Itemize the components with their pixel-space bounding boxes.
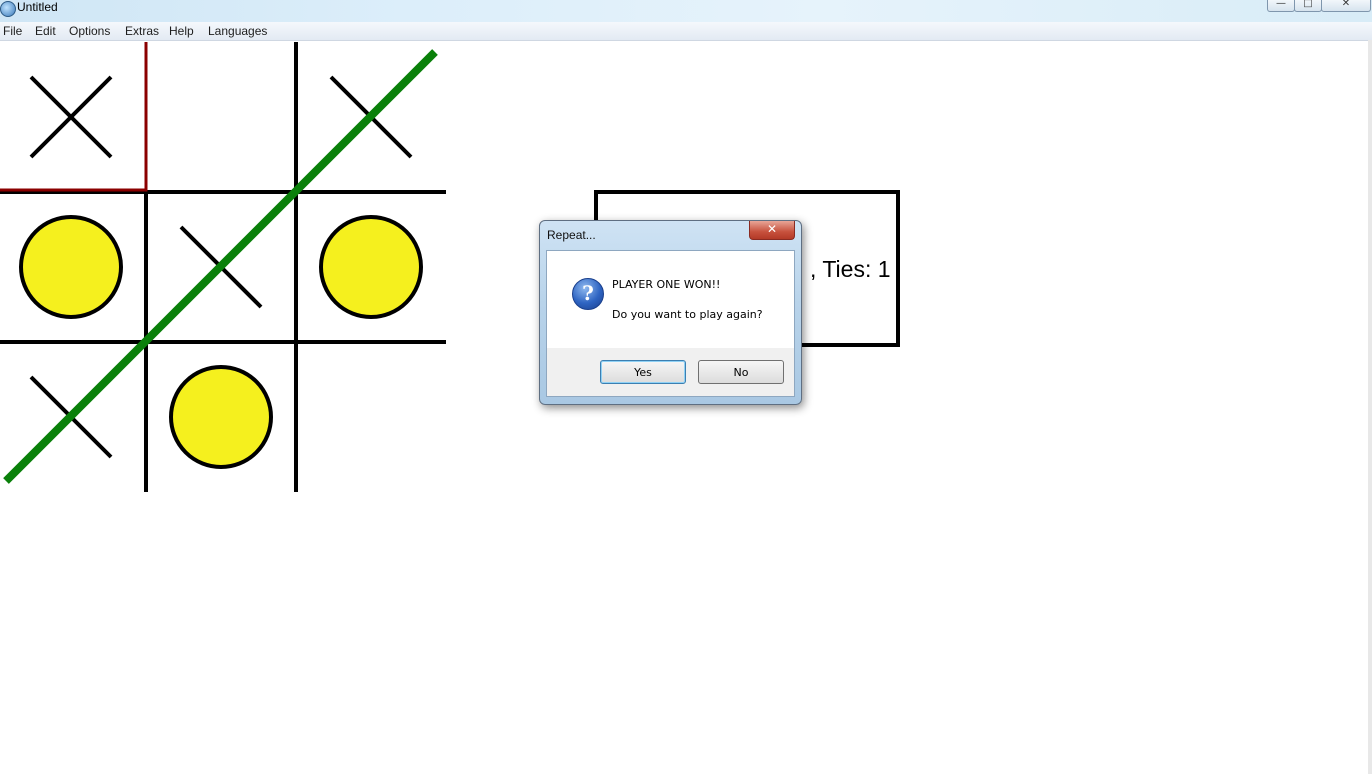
window-title-bar: Untitled — □ ✕ <box>0 0 1372 23</box>
menu-help[interactable]: Help <box>169 24 194 38</box>
menu-file[interactable]: File <box>3 24 22 38</box>
close-button[interactable]: ✕ <box>1321 0 1371 12</box>
board-cell-r0c1[interactable] <box>146 42 296 192</box>
game-board[interactable] <box>0 40 450 495</box>
yes-button[interactable]: Yes <box>600 360 686 384</box>
no-button[interactable]: No <box>698 360 784 384</box>
maximize-icon: □ <box>1303 0 1313 9</box>
dialog-message: PLAYER ONE WON!! <box>612 278 721 291</box>
close-icon: ✕ <box>1341 0 1351 9</box>
board-cell-r2c1[interactable] <box>146 342 296 492</box>
dialog-title: Repeat... <box>547 228 596 242</box>
board-cell-r2c0[interactable] <box>0 342 150 492</box>
window-title: Untitled <box>17 0 58 14</box>
window-right-edge <box>1368 40 1372 774</box>
board-cell-r0c2[interactable] <box>296 42 446 192</box>
menu-extras[interactable]: Extras <box>125 24 159 38</box>
board-cell-r1c2[interactable] <box>296 192 446 342</box>
question-icon: ? <box>572 278 604 310</box>
menu-options[interactable]: Options <box>69 24 110 38</box>
dialog-question: Do you want to play again? <box>612 308 763 321</box>
board-cell-r2c2[interactable] <box>296 342 446 492</box>
board-cell-r0c0[interactable] <box>0 42 150 192</box>
maximize-button[interactable]: □ <box>1294 0 1322 12</box>
close-icon: ✕ <box>766 222 778 236</box>
board-cell-r1c1[interactable] <box>146 192 296 342</box>
score-text: , Ties: 1 <box>810 256 891 282</box>
minimize-button[interactable]: — <box>1267 0 1295 12</box>
board-cell-r1c0[interactable] <box>0 192 150 342</box>
minimize-icon: — <box>1276 0 1286 9</box>
app-icon <box>0 1 16 17</box>
menu-bar: File Edit Options Extras Help Languages <box>0 22 1372 41</box>
dialog-body: ? PLAYER ONE WON!! Do you want to play a… <box>546 250 795 397</box>
menu-languages[interactable]: Languages <box>208 24 267 38</box>
dialog-close-button[interactable]: ✕ <box>749 221 795 240</box>
menu-edit[interactable]: Edit <box>35 24 56 38</box>
repeat-dialog: Repeat... ✕ ? PLAYER ONE WON!! Do you wa… <box>539 220 802 405</box>
